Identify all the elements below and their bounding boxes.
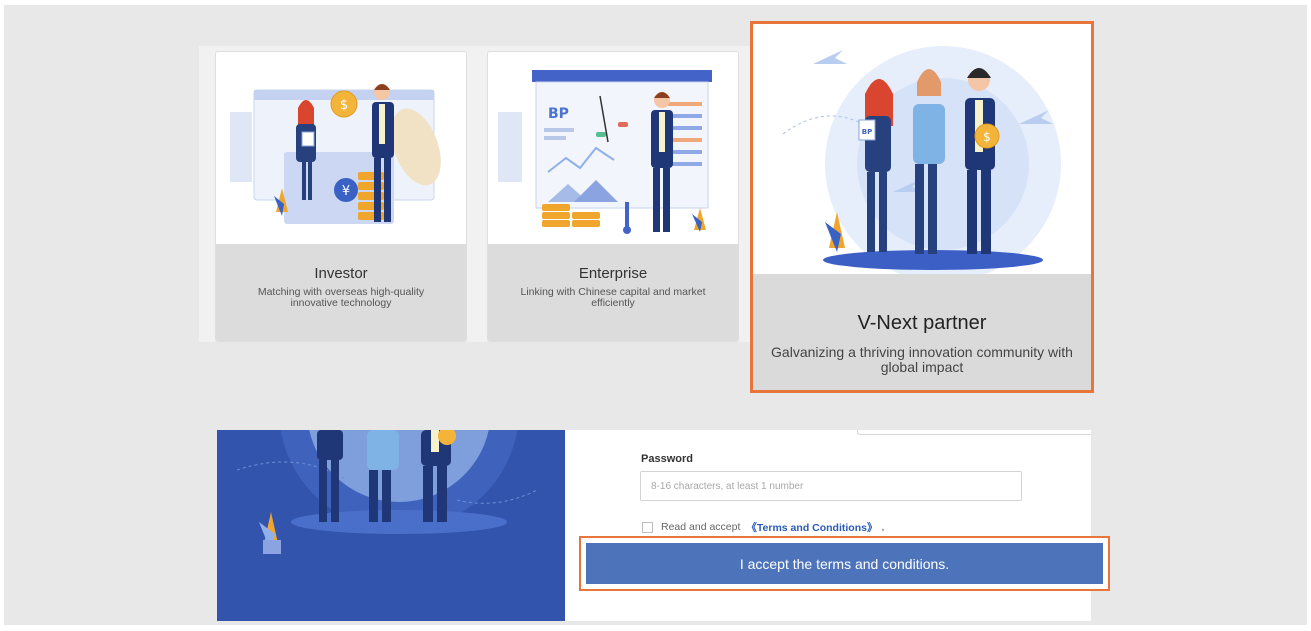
- password-input[interactable]: [640, 471, 1022, 501]
- enterprise-title: Enterprise: [578, 265, 648, 282]
- investor-subtitle: Matching with overseas high-quality inno…: [257, 286, 425, 309]
- role-card-enterprise[interactable]: BP Enterprise Linking with Chinese capit…: [487, 51, 739, 342]
- role-card-vnext-partner[interactable]: BP $ V-Next partner Galvanizing a thrivi…: [750, 21, 1094, 393]
- role-card-investor[interactable]: ¥ $ Investor Matching with overseas high…: [215, 51, 467, 342]
- terms-checkbox[interactable]: [642, 521, 653, 533]
- investor-title: Investor: [314, 265, 368, 282]
- accept-terms-button[interactable]: I accept the terms and conditions.: [586, 543, 1103, 584]
- svg-text:¥: ¥: [342, 184, 350, 199]
- terms-suffix-text: ,: [881, 521, 885, 533]
- investor-card-footer: Investor Matching with overseas high-qua…: [216, 244, 466, 341]
- svg-text:BP: BP: [548, 106, 569, 122]
- enterprise-subtitle: Linking with Chinese capital and market …: [520, 286, 706, 309]
- partner-illustration: BP $: [753, 24, 1091, 274]
- terms-link[interactable]: 《Terms and Conditions》: [746, 520, 877, 535]
- svg-text:$: $: [340, 98, 348, 113]
- svg-text:$: $: [983, 130, 991, 144]
- previous-field-input[interactable]: [857, 430, 1091, 435]
- password-label: Password: [641, 453, 693, 465]
- registration-illustration: [217, 430, 565, 621]
- svg-text:BP: BP: [862, 128, 872, 136]
- accept-button-highlight: I accept the terms and conditions.: [579, 536, 1110, 591]
- partner-card-footer: V-Next partner Galvanizing a thriving in…: [753, 274, 1091, 390]
- investor-illustration: ¥ $: [216, 52, 466, 244]
- terms-prefix-text: Read and accept: [661, 521, 741, 533]
- terms-row: Read and accept 《Terms and Conditions》 ,: [642, 520, 884, 534]
- partner-subtitle: Galvanizing a thriving innovation commun…: [771, 344, 1073, 375]
- partner-title: V-Next partner: [857, 312, 987, 334]
- enterprise-illustration: BP: [488, 52, 738, 244]
- enterprise-card-footer: Enterprise Linking with Chinese capital …: [488, 244, 738, 341]
